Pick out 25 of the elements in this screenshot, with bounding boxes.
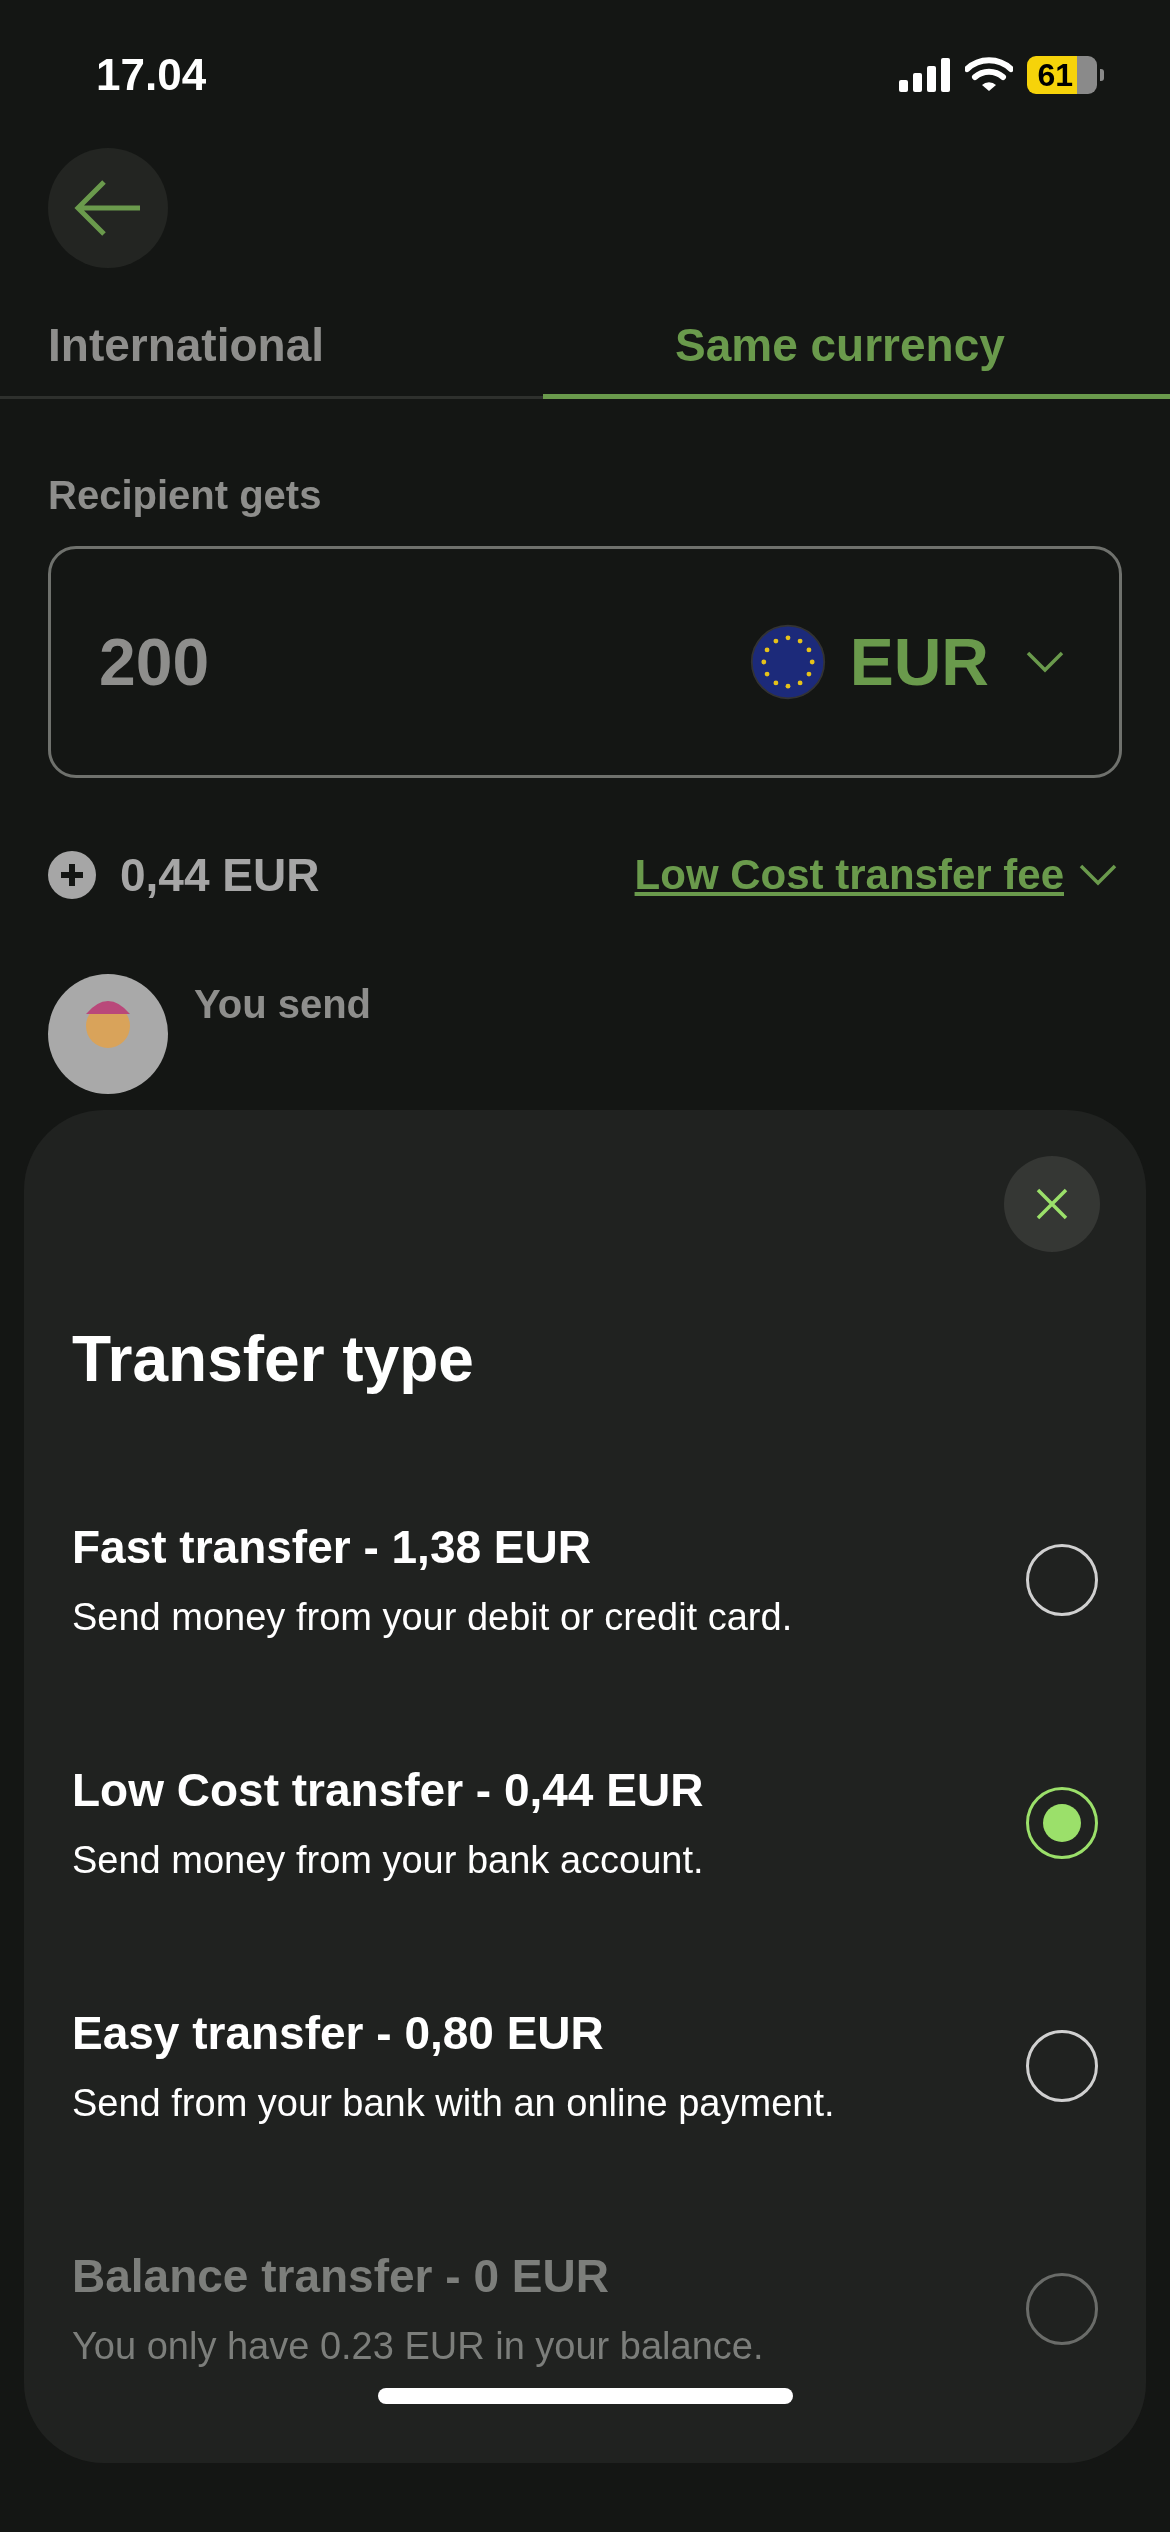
option-title: Easy transfer - 0,80 EUR (72, 2006, 605, 2060)
currency-code[interactable]: EUR (849, 624, 989, 700)
wifi-icon (965, 57, 1014, 93)
signal-icon (899, 58, 952, 92)
option-title: Balance transfer - 0 EUR (72, 2249, 610, 2303)
chevron-down-icon (1025, 650, 1065, 674)
option-description: You only have 0.23 EUR in your balance. (72, 2325, 764, 2368)
tab[interactable]: International (0, 318, 543, 399)
option-title: Low Cost transfer - 0,44 EUR (72, 1763, 704, 1817)
chevron-down-icon (1078, 863, 1118, 887)
fee-type-link[interactable]: Low Cost transfer fee (634, 851, 1064, 899)
sheet-title: Transfer type (72, 1322, 475, 1396)
plus-icon (48, 851, 96, 899)
close-icon (1035, 1187, 1069, 1221)
tab[interactable]: Same currency (543, 318, 1170, 399)
fee-amount: 0,44 EUR (120, 848, 320, 902)
option-description: Send money from your bank account. (72, 1839, 704, 1882)
send-label: You send (194, 982, 372, 1027)
recipient-label: Recipient gets (48, 473, 323, 518)
option-description: Send money from your debit or credit card. (72, 1596, 793, 1639)
eu-flag-icon (749, 624, 826, 700)
amount-field[interactable]: 200 EUR (48, 546, 1122, 778)
option-description: Send from your bank with an online payment. (72, 2082, 835, 2125)
status-time: 17.04 (96, 50, 207, 100)
option-title: Fast transfer - 1,38 EUR (72, 1520, 592, 1574)
